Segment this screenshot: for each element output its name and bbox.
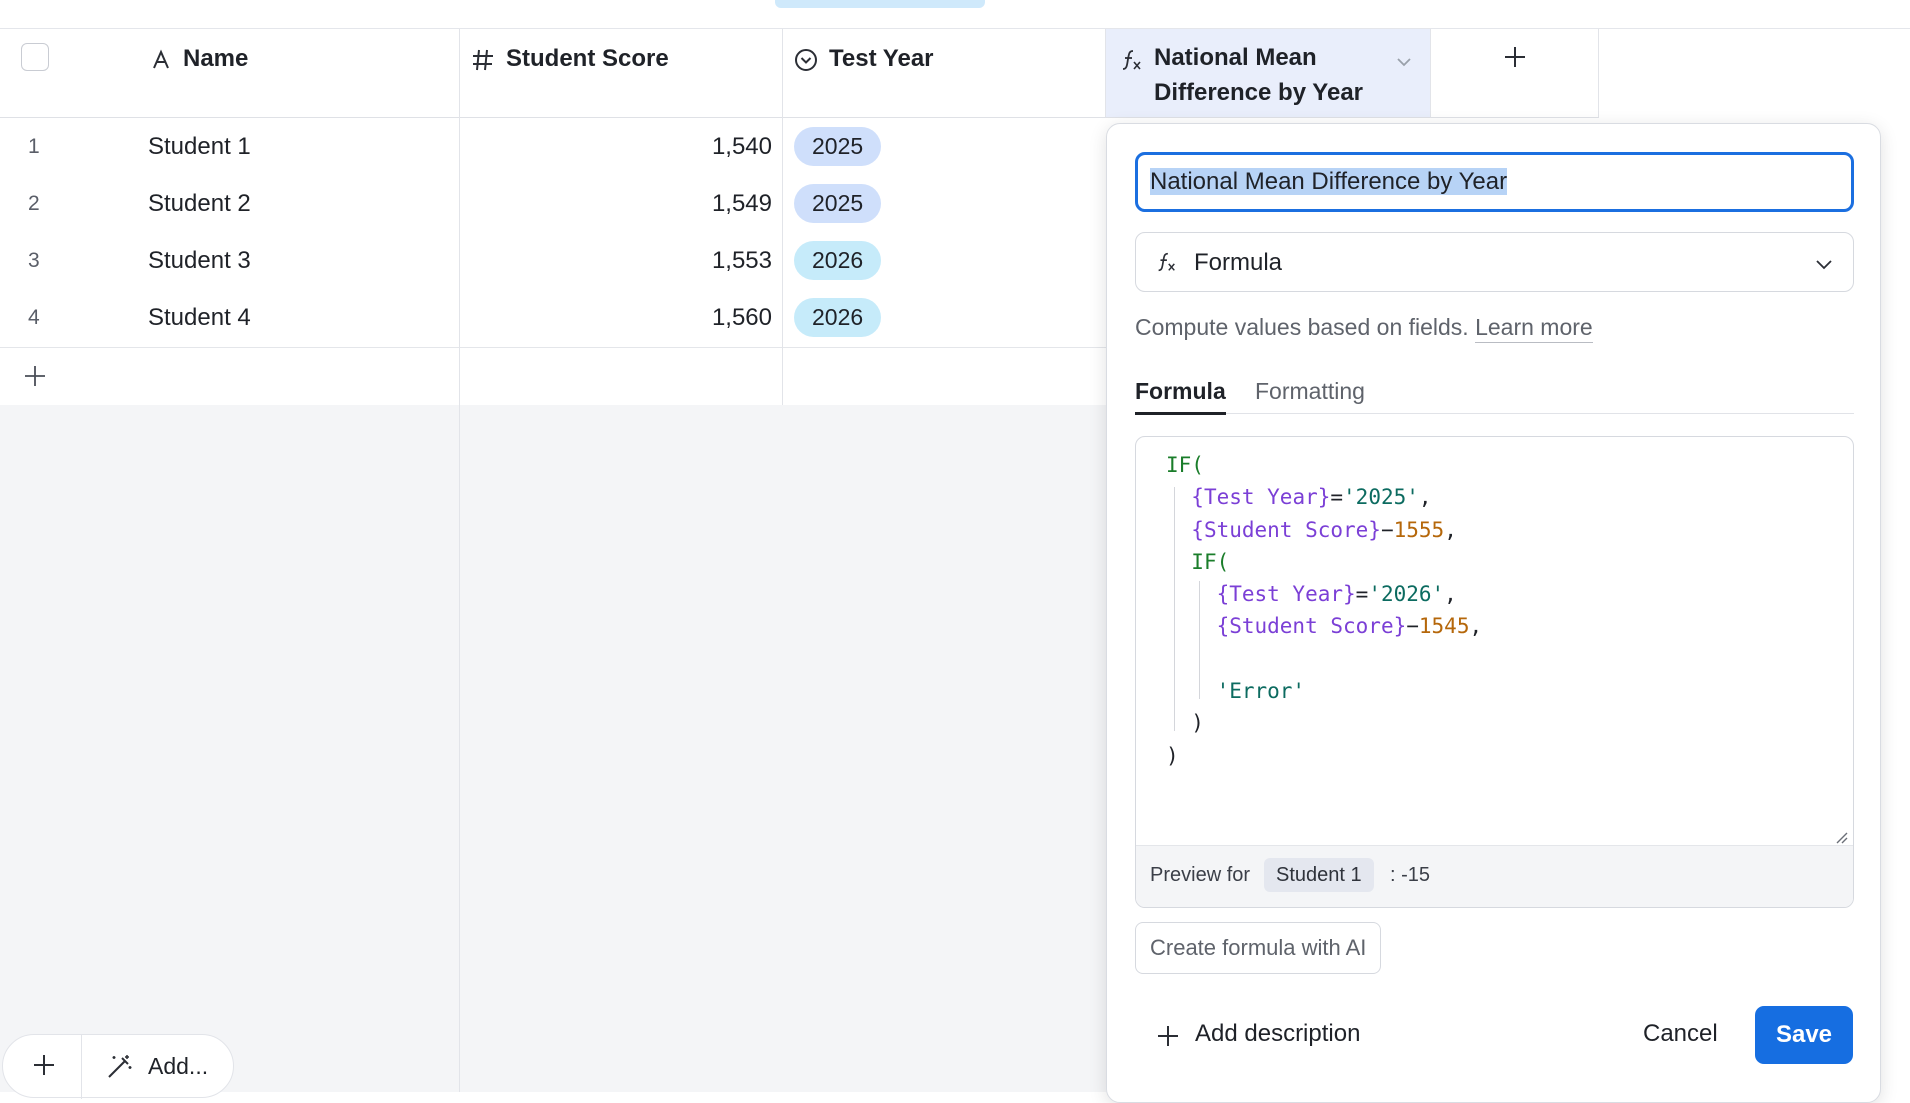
empty-grid-area bbox=[0, 405, 1106, 1092]
add-description-label: Add description bbox=[1195, 1020, 1361, 1047]
table-row[interactable]: 2 Student 2 1,549 2025 bbox=[0, 176, 1106, 234]
field-type-description: Compute values based on fields. Learn mo… bbox=[1135, 314, 1593, 343]
top-tab-indicator bbox=[775, 0, 985, 8]
column-label-national-mean-difference: National Mean Difference by Year bbox=[1154, 44, 1364, 106]
add-record-icon[interactable] bbox=[31, 1052, 57, 1078]
table-row[interactable]: 4 Student 4 1,560 2026 bbox=[0, 290, 1106, 348]
row-number: 2 bbox=[28, 192, 40, 215]
column-label-student-score: Student Score bbox=[506, 45, 669, 72]
cell-student-score[interactable]: 1,553 bbox=[460, 247, 772, 275]
preview-value: : -15 bbox=[1390, 864, 1431, 886]
table-row[interactable]: 1 Student 1 1,540 2025 bbox=[0, 119, 1106, 177]
single-select-icon bbox=[795, 49, 817, 71]
plus-icon bbox=[25, 366, 45, 386]
field-name-value: National Mean Difference by Year bbox=[1150, 168, 1508, 195]
cell-test-year-tag[interactable]: 2026 bbox=[794, 241, 882, 280]
field-name-input[interactable]: National Mean Difference by Year bbox=[1135, 152, 1854, 212]
add-row-button[interactable] bbox=[0, 349, 1106, 406]
column-divider bbox=[459, 29, 460, 1092]
preview-label: Preview for bbox=[1150, 864, 1251, 886]
add-button-label[interactable]: Add... bbox=[148, 1053, 208, 1080]
create-formula-with-ai-button[interactable]: Create formula with AI bbox=[1135, 922, 1382, 974]
tab-formatting[interactable]: Formatting bbox=[1255, 378, 1365, 412]
cell-name[interactable]: Student 1 bbox=[148, 133, 251, 161]
plus-icon bbox=[1505, 47, 1525, 67]
cancel-button[interactable]: Cancel bbox=[1643, 1020, 1718, 1048]
field-config-panel: National Mean Difference by Year Formula… bbox=[1106, 123, 1881, 1103]
cell-test-year-tag[interactable]: 2026 bbox=[794, 298, 882, 337]
column-label-test-year: Test Year bbox=[829, 45, 934, 72]
formula-preview: Preview for Student 1 : -15 bbox=[1136, 845, 1853, 907]
row-number: 3 bbox=[28, 249, 40, 272]
top-bar bbox=[0, 0, 1910, 29]
learn-more-link[interactable]: Learn more bbox=[1475, 314, 1593, 343]
cell-student-score[interactable]: 1,560 bbox=[460, 304, 772, 332]
number-hash-icon bbox=[473, 49, 493, 71]
column-label-name: Name bbox=[183, 45, 249, 72]
cell-student-score[interactable]: 1,549 bbox=[460, 190, 772, 218]
formula-code[interactable]: IF( {Test Year}='2025', {Student Score}−… bbox=[1166, 449, 1482, 772]
column-header-name[interactable]: Name bbox=[0, 29, 460, 118]
field-type-label: Formula bbox=[1194, 249, 1283, 276]
column-header-test-year[interactable]: Test Year bbox=[783, 29, 1106, 118]
cell-name[interactable]: Student 4 bbox=[148, 304, 251, 332]
save-button[interactable]: Save bbox=[1755, 1006, 1853, 1064]
formula-editor[interactable]: IF( {Test Year}='2025', {Student Score}−… bbox=[1135, 436, 1854, 908]
bottom-toolbar: Add... bbox=[2, 1034, 234, 1099]
cell-student-score[interactable]: 1,540 bbox=[460, 133, 772, 161]
row-number: 4 bbox=[28, 306, 40, 329]
select-all-checkbox[interactable] bbox=[21, 43, 49, 71]
field-type-select[interactable]: Formula bbox=[1135, 232, 1854, 292]
add-column-button[interactable] bbox=[1431, 29, 1599, 118]
column-header-student-score[interactable]: Student Score bbox=[460, 29, 783, 118]
text-type-icon bbox=[153, 49, 169, 69]
table-row[interactable]: 3 Student 3 1,553 2026 bbox=[0, 233, 1106, 291]
column-divider bbox=[782, 29, 783, 405]
column-header-national-mean-difference[interactable]: National Mean Difference by Year bbox=[1106, 29, 1431, 118]
preview-record-chip[interactable]: Student 1 bbox=[1264, 858, 1374, 892]
chevron-down-icon[interactable] bbox=[1394, 52, 1414, 72]
plus-icon bbox=[1158, 1026, 1178, 1046]
cell-name[interactable]: Student 2 bbox=[148, 190, 251, 218]
toolbar-divider bbox=[81, 1035, 82, 1099]
row-number: 1 bbox=[28, 135, 40, 158]
magic-wand-icon bbox=[108, 1055, 132, 1078]
chevron-down-icon bbox=[1816, 260, 1832, 270]
tab-formula[interactable]: Formula bbox=[1135, 378, 1226, 415]
cell-name[interactable]: Student 3 bbox=[148, 247, 251, 275]
formula-icon bbox=[1122, 50, 1141, 70]
resize-handle-icon[interactable] bbox=[1833, 829, 1849, 845]
cell-test-year-tag[interactable]: 2025 bbox=[794, 127, 882, 166]
formula-icon bbox=[1158, 252, 1175, 272]
formula-tabs: Formula Formatting bbox=[1135, 378, 1854, 415]
cell-test-year-tag[interactable]: 2025 bbox=[794, 184, 882, 223]
